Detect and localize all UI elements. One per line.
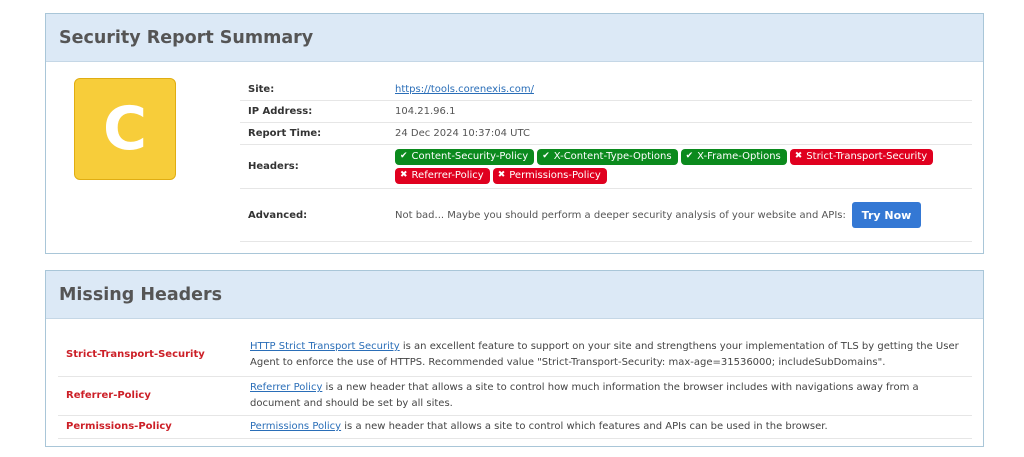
report-time-value: 24 Dec 2024 10:37:04 UTC bbox=[387, 122, 972, 145]
site-row: Site: https://tools.corenexis.com/ bbox=[240, 78, 972, 101]
header-badge-label: Permissions-Policy bbox=[509, 170, 601, 181]
missing-headers-panel: Missing Headers Strict-Transport-Securit… bbox=[45, 270, 984, 447]
x-icon: ✖ bbox=[794, 151, 803, 161]
missing-panel-header: Missing Headers bbox=[46, 271, 983, 319]
missing-header-name: Permissions-Policy bbox=[58, 415, 242, 439]
missing-header-name: Strict-Transport-Security bbox=[58, 334, 242, 377]
headers-label: Headers: bbox=[240, 144, 387, 189]
missing-header-description: Referrer Policy is a new header that all… bbox=[242, 376, 972, 416]
missing-row: Referrer-Policy Referrer Policy is a new… bbox=[58, 376, 972, 416]
missing-row: Permissions-Policy Permissions Policy is… bbox=[58, 415, 972, 439]
header-badge: ✔ X-Frame-Options bbox=[680, 149, 787, 165]
summary-panel-header: Security Report Summary bbox=[46, 14, 983, 62]
missing-header-link[interactable]: Permissions Policy bbox=[250, 421, 341, 432]
description-text: is a new header that allows a site to co… bbox=[341, 421, 828, 432]
header-badge: ✖ Strict-Transport-Security bbox=[789, 149, 934, 165]
advanced-label: Advanced: bbox=[240, 188, 387, 242]
advanced-row: Advanced: Not bad... Maybe you should pe… bbox=[240, 188, 972, 242]
advanced-text: Not bad... Maybe you should perform a de… bbox=[395, 209, 846, 221]
site-label: Site: bbox=[240, 78, 387, 101]
header-badge-label: Content-Security-Policy bbox=[411, 151, 529, 162]
grade-badge: C bbox=[74, 78, 176, 180]
description-text: is a new header that allows a site to co… bbox=[250, 382, 919, 409]
header-badges: ✔ Content-Security-Policy ✔ X-Content-Type… bbox=[395, 147, 964, 186]
headers-row: Headers: ✔ Content-Security-Policy ✔ X-Con… bbox=[240, 144, 972, 189]
header-badge: ✖ Referrer-Policy bbox=[395, 168, 490, 184]
x-icon: ✖ bbox=[400, 170, 408, 180]
check-icon: ✔ bbox=[542, 151, 550, 161]
x-icon: ✖ bbox=[497, 170, 506, 180]
header-badge-label: X-Content-Type-Options bbox=[553, 151, 672, 162]
security-report-summary-panel: Security Report Summary C Site: https://… bbox=[45, 13, 984, 254]
header-badge-label: Referrer-Policy bbox=[411, 170, 484, 181]
site-link[interactable]: https://tools.corenexis.com/ bbox=[395, 84, 534, 95]
missing-header-description: Permissions Policy is a new header that … bbox=[242, 415, 972, 439]
missing-row: Strict-Transport-Security HTTP Strict Tr… bbox=[58, 334, 972, 377]
header-badge: ✔ X-Content-Type-Options bbox=[537, 149, 678, 165]
report-time-label: Report Time: bbox=[240, 122, 387, 145]
missing-header-link[interactable]: HTTP Strict Transport Security bbox=[250, 341, 400, 352]
ip-label: IP Address: bbox=[240, 100, 387, 123]
try-now-button[interactable]: Try Now bbox=[852, 202, 921, 228]
missing-title: Missing Headers bbox=[59, 284, 223, 305]
report-info-table: Site: https://tools.corenexis.com/ IP Ad… bbox=[240, 78, 972, 242]
header-badge: ✖ Permissions-Policy bbox=[492, 168, 607, 184]
ip-row: IP Address: 104.21.96.1 bbox=[240, 100, 972, 123]
missing-header-link[interactable]: Referrer Policy bbox=[250, 382, 322, 393]
header-badge: ✔ Content-Security-Policy bbox=[395, 149, 535, 165]
header-badge-label: Strict-Transport-Security bbox=[806, 151, 928, 162]
missing-header-name: Referrer-Policy bbox=[58, 376, 242, 416]
check-icon: ✔ bbox=[685, 151, 694, 161]
ip-value: 104.21.96.1 bbox=[387, 100, 972, 123]
summary-title: Security Report Summary bbox=[59, 27, 314, 48]
report-time-row: Report Time: 24 Dec 2024 10:37:04 UTC bbox=[240, 122, 972, 145]
header-badge-label: X-Frame-Options bbox=[697, 151, 781, 162]
check-icon: ✔ bbox=[400, 151, 408, 161]
missing-headers-table: Strict-Transport-Security HTTP Strict Tr… bbox=[58, 334, 972, 439]
missing-header-description: HTTP Strict Transport Security is an exc… bbox=[242, 334, 972, 377]
